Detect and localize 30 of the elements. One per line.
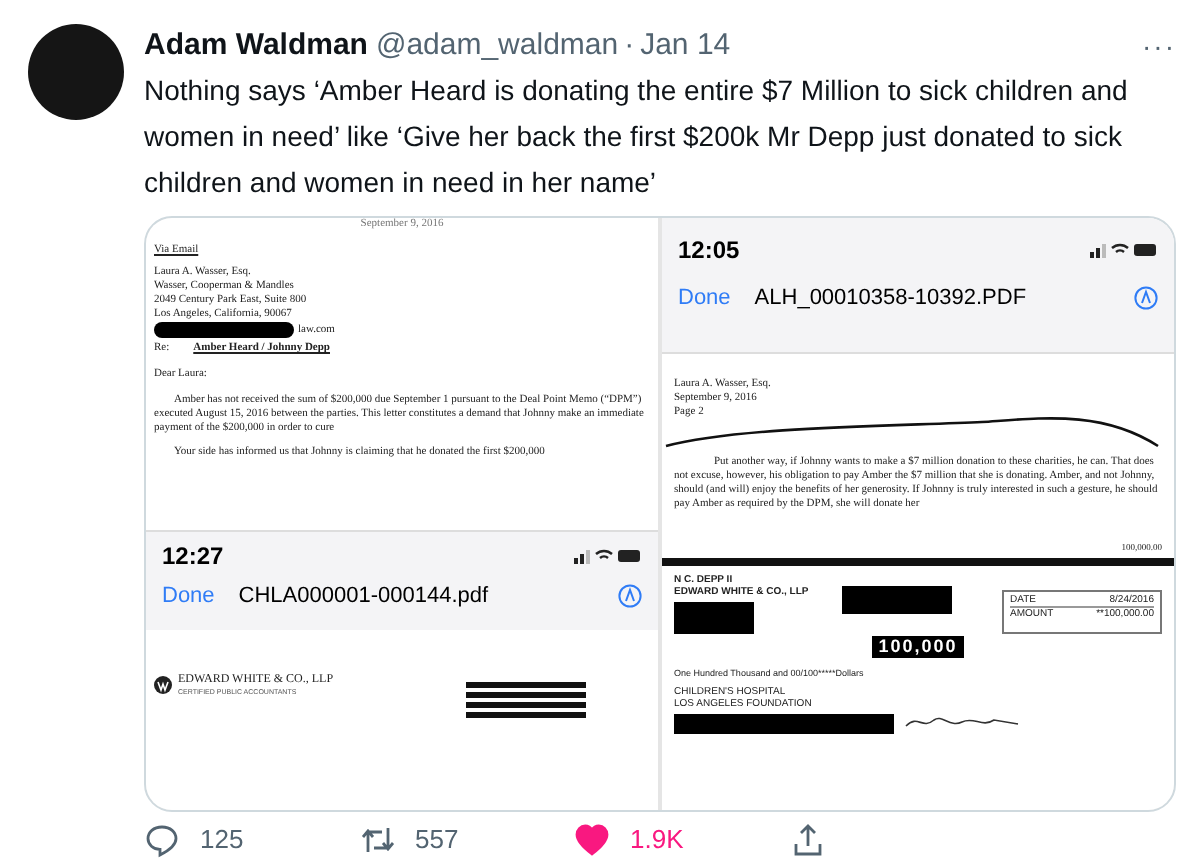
action-retweet-button[interactable]: 557 <box>359 820 574 859</box>
action-reply-button[interactable]: 125 <box>144 820 359 859</box>
redaction-mark <box>466 678 586 718</box>
status-time: 12:27 <box>162 540 224 574</box>
redaction-mark <box>674 602 754 634</box>
redaction-mark <box>154 322 294 338</box>
reply-icon <box>144 821 180 858</box>
more-button[interactable]: ··· <box>1142 26 1176 66</box>
markup-icon[interactable] <box>618 584 642 609</box>
status-icons <box>1090 242 1158 258</box>
tweet-image[interactable] <box>144 216 1176 812</box>
status-icons <box>574 548 642 564</box>
separator: · <box>624 26 635 66</box>
share-icon <box>789 821 825 858</box>
heart-icon <box>574 821 610 858</box>
file-name: ALH_00010358-10392.PDF <box>754 284 1029 314</box>
action-like-button[interactable]: 1.9K <box>574 820 789 859</box>
logo-icon <box>154 676 172 694</box>
status-time: 12:05 <box>678 234 740 268</box>
author-name[interactable]: Adam Waldman <box>144 26 368 66</box>
redaction-mark <box>842 586 952 614</box>
check-amount-stamp: 100,000 <box>872 636 964 658</box>
tweet-text: Nothing says ‘Amber Heard is donating the entire $7 Million to sick children and women in need’ like ‘Give her back the first $200k Mr Depp just donated to sick children and women in need in her name’ <box>144 72 1130 202</box>
done-button[interactable]: Done <box>678 282 731 315</box>
done-button[interactable]: Done <box>162 580 215 613</box>
avatar[interactable] <box>28 24 124 120</box>
author-handle[interactable]: @adam_waldman <box>375 26 619 66</box>
markup-icon[interactable] <box>1134 286 1158 311</box>
file-name: CHLA000001-000144.pdf <box>238 582 491 612</box>
tweet-date[interactable]: Jan 14 <box>640 26 731 66</box>
